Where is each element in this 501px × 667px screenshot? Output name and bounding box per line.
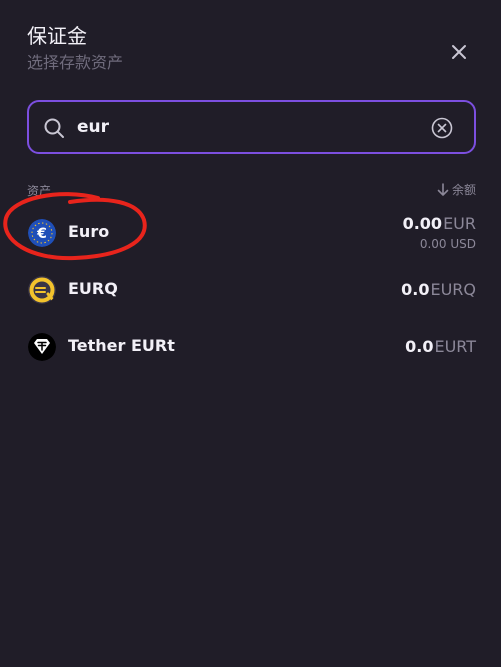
search-icon	[44, 118, 64, 138]
deposit-modal: 保证金 选择存款资产 资产 余额	[0, 0, 501, 667]
close-button[interactable]	[446, 39, 472, 65]
modal-title: 保证金	[27, 24, 87, 48]
modal-subtitle: 选择存款资产	[27, 53, 124, 72]
balance-column-label: 余额	[451, 183, 476, 197]
svg-text:€: €	[36, 226, 47, 242]
euro-coin-icon: €	[28, 219, 56, 247]
asset-balance: 0.00EUR 0.00 USD	[403, 214, 476, 251]
balance-amount: 0.00	[402, 214, 443, 233]
asset-name: Tether EURt	[68, 336, 175, 355]
asset-list-header: 资产 余额	[27, 180, 476, 200]
asset-row-eurq[interactable]: EURQ 0.0EURQ	[0, 262, 501, 319]
search-input[interactable]	[77, 112, 427, 142]
asset-column-label: 资产	[27, 184, 52, 198]
balance-currency: EURT	[434, 337, 476, 356]
eurq-coin-icon	[28, 276, 56, 304]
balance-currency: EURQ	[430, 280, 476, 299]
sort-arrow-down-icon	[437, 182, 449, 196]
close-icon	[452, 45, 466, 59]
search-box	[27, 100, 476, 154]
clear-search-icon[interactable]	[431, 117, 453, 139]
balance-amount: 0.0	[405, 337, 434, 356]
asset-name: EURQ	[68, 279, 118, 298]
asset-list: € Euro 0.00EUR 0.00 USD EURQ 0.0EURQ Tet…	[0, 205, 501, 376]
balance-sort-toggle[interactable]: 余额	[437, 181, 476, 198]
asset-balance: 0.0EURQ	[401, 280, 476, 300]
balance-amount: 0.0	[401, 280, 430, 299]
tether-coin-icon	[28, 333, 56, 361]
asset-name: Euro	[68, 222, 110, 241]
asset-balance: 0.0EURT	[405, 337, 476, 357]
modal-header: 保证金 选择存款资产	[27, 22, 123, 74]
balance-currency: EUR	[443, 214, 476, 233]
asset-row-tether-eurt[interactable]: Tether EURt 0.0EURT	[0, 319, 501, 376]
asset-row-euro[interactable]: € Euro 0.00EUR 0.00 USD	[0, 205, 501, 262]
balance-usd-value: 0.00 USD	[419, 237, 476, 251]
